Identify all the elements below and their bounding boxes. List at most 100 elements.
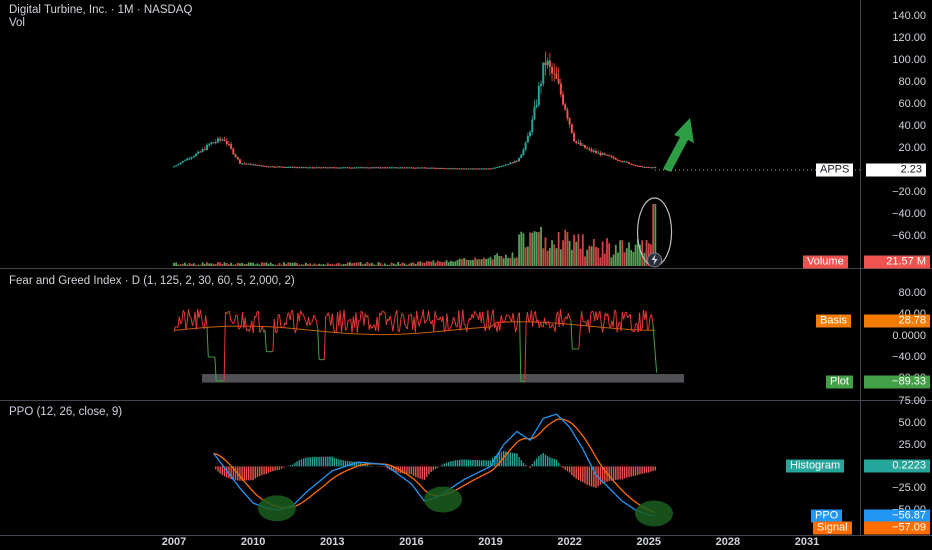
volume-bar [630,250,633,266]
pane-separator-3 [0,535,932,536]
volume-bar [280,264,283,266]
volume-bar [221,263,224,266]
volume-bar [412,262,415,266]
fgi-plot-segment [554,315,557,332]
apps-label: APPS [820,163,850,176]
fgi-plot-segment [446,313,449,330]
volume-bar [392,263,395,266]
volume-value: 21.57 M [886,255,926,268]
fgi-plot-segment [173,326,176,333]
fgi-plot-segment [377,312,381,332]
price-candle [260,165,263,167]
fgi-plot-segment [181,310,184,322]
fgi-plot-segment [339,310,342,333]
volume-bar [293,262,296,266]
fgi-plot-segment [453,316,456,321]
fgi-plot-segment [272,319,275,352]
price-candle [271,166,274,168]
volume-bar [406,264,408,266]
price-axis-tick: 100.00 [892,54,926,66]
fgi-plot-segment [178,316,182,324]
volume-bar [544,237,547,266]
volume-bar [232,264,235,266]
fgi-plot-segment [185,322,188,330]
price-candle [265,166,268,168]
fgi-plot-segment [382,310,385,313]
price-candle [219,138,222,141]
volume-bar [335,263,338,266]
fgi-plot-segment [433,311,436,332]
volume-bar [245,264,248,266]
volume-bar [375,264,378,266]
fgi-pane: Fear and Greed Index · D (1, 125, 2, 30,… [0,269,932,400]
price-candle [454,168,457,170]
plot-label-tag: Plot [826,375,853,389]
volume-bar [619,240,622,266]
volume-bar [608,243,611,266]
fgi-chart[interactable] [0,269,932,400]
fgi-plot-segment [524,323,527,382]
price-candle [634,165,637,167]
volume-bar [300,264,303,266]
fgi-plot-segment [559,309,563,320]
price-scale-border [860,0,861,535]
volume-bar [441,262,444,266]
fgi-plot-segment [544,317,547,325]
volume-bar [584,256,586,266]
price-candle [614,158,617,160]
fgi-plot-segment [499,315,502,331]
volume-bar [564,229,567,266]
price-candle [573,133,576,142]
volume-bar [256,263,259,266]
fgi-plot-segment [595,311,598,321]
price-candle [515,160,518,162]
price-candle [368,167,371,169]
price-candle [452,168,455,170]
price-chart[interactable] [0,0,932,268]
price-candle [434,167,437,169]
volume-value-tag: 21.57 M [864,255,930,269]
volume-bar [373,264,375,266]
fgi-plot-segment [625,311,629,318]
ppo-highlight-circle [424,486,463,513]
fgi-plot-segment [650,314,654,322]
fgi-plot-segment [345,328,347,331]
volume-bar [432,260,435,266]
volume-bar [225,263,228,266]
fgi-plot-segment [285,314,288,325]
fgi-axis-tick: 0.0000 [892,329,926,342]
volume-bar [540,226,542,266]
price-candle [636,165,639,167]
volume-bar [304,262,307,266]
price-candle [245,163,248,165]
volume-bar [390,262,393,266]
volume-bar [326,263,329,266]
volume-bar [483,257,485,266]
price-candle [388,167,391,169]
volume-bar [450,260,452,266]
volume-bar [599,257,602,266]
price-candle [540,83,543,86]
fgi-plot-segment [552,323,555,328]
fgi-plot-segment [226,311,229,315]
ppo-axis-tick: 50.00 [898,416,926,429]
price-candle [274,166,277,168]
fgi-plot-segment [396,310,399,332]
price-candle [511,162,514,164]
volume-bar [533,231,536,266]
price-candle [278,166,281,168]
volume-bar [351,263,353,266]
basis-label-tag: Basis [816,314,851,328]
volume-bar [386,264,389,266]
price-candle [610,156,613,158]
fgi-plot-segment [186,309,190,323]
histogram-value: 0.2223 [892,459,926,472]
volume-bar [621,240,624,266]
volume-bar [388,264,391,266]
fgi-plot-segment [223,312,226,381]
price-candle [478,168,481,170]
price-candle [408,167,411,169]
fgi-plot-segment [206,326,209,357]
price-candle [205,144,208,151]
price-candle [449,168,452,170]
